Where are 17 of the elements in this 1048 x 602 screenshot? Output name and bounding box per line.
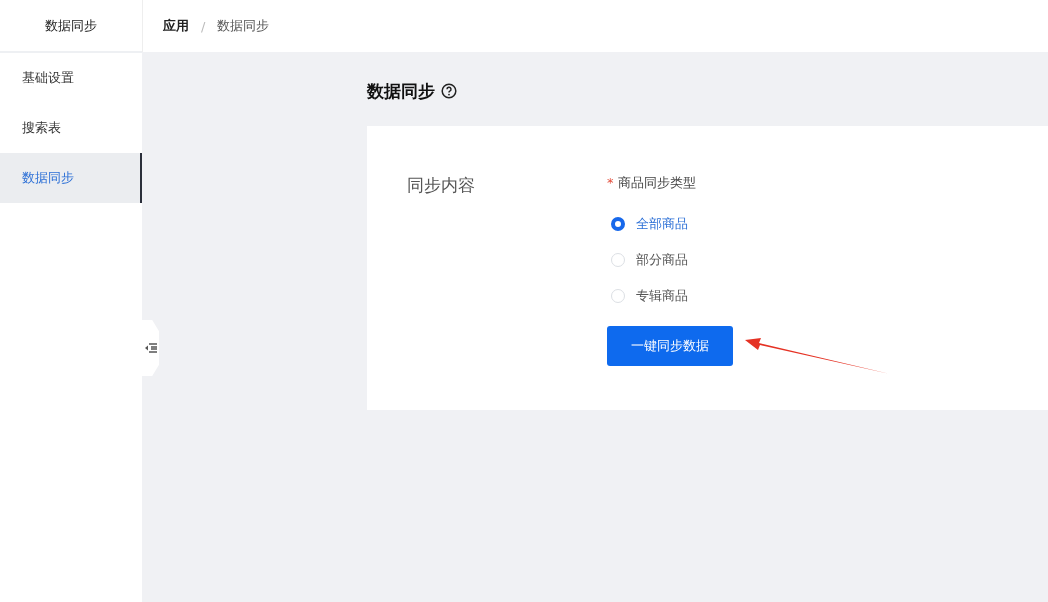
sync-data-button[interactable]: 一键同步数据 [607,326,733,366]
radio-label[interactable]: 部分商品 [636,251,688,269]
help-icon[interactable] [441,83,457,99]
collapse-icon [144,343,157,353]
section-label: 同步内容 [407,175,475,195]
field-label: * 商品同步类型 [607,174,697,192]
sidebar-item[interactable]: 数据同步 [0,153,142,203]
radio-button[interactable] [611,217,625,231]
breadcrumb-separator: / [201,18,206,34]
page-title: 数据同步 [367,79,435,103]
sidebar-item[interactable]: 基础设置 [0,53,142,103]
collapse-handle[interactable] [142,320,159,376]
breadcrumb-current: 数据同步 [217,17,270,35]
radio-label[interactable]: 专辑商品 [636,287,688,305]
breadcrumb-link[interactable]: 应用 [163,17,189,35]
sidebar-item[interactable]: 搜索表 [0,103,142,153]
radio-label[interactable]: 全部商品 [636,215,688,233]
